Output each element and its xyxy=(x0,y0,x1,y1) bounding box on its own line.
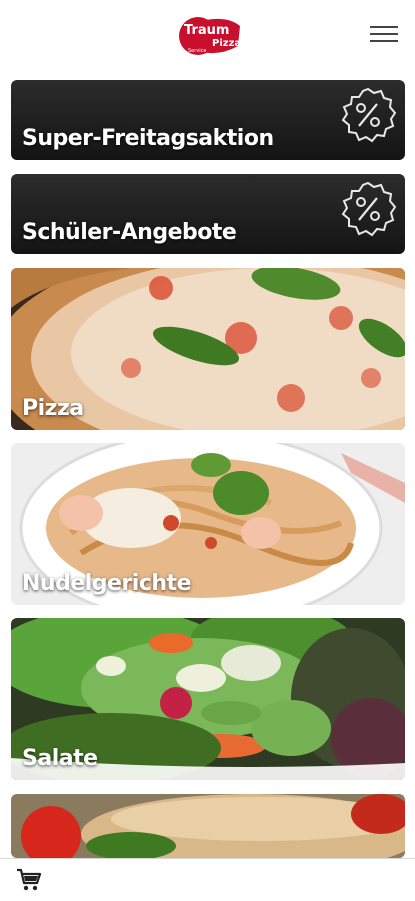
category-label: Super-Freitagsaktion xyxy=(22,126,274,151)
category-pizza[interactable]: Pizza xyxy=(11,268,405,430)
hamburger-menu-icon[interactable] xyxy=(370,22,398,46)
logo-text-service: Service xyxy=(188,48,206,54)
category-label: Pizza xyxy=(22,396,84,421)
category-super-freitagsaktion[interactable]: Super-Freitagsaktion xyxy=(11,80,405,160)
category-schueler-angebote[interactable]: Schüler-Angebote xyxy=(11,174,405,254)
percent-badge-icon xyxy=(341,87,397,143)
shopping-cart-icon[interactable] xyxy=(16,868,42,892)
sandwich-image xyxy=(11,794,405,858)
category-nudelgerichte[interactable]: Nudelgerichte xyxy=(11,443,405,605)
logo-text-traum: Traum xyxy=(184,23,229,38)
category-card-partial[interactable] xyxy=(11,794,405,858)
category-label: Nudelgerichte xyxy=(22,571,191,596)
percent-badge-icon xyxy=(341,181,397,237)
category-label: Schüler-Angebote xyxy=(22,220,237,245)
app-header: Traum Pizza Service xyxy=(0,0,415,72)
logo-text-pizza: Pizza xyxy=(212,38,241,49)
category-label: Salate xyxy=(22,746,98,771)
traum-pizza-logo[interactable]: Traum Pizza Service xyxy=(178,12,244,58)
cart-bar xyxy=(0,858,415,901)
category-salate[interactable]: Salate xyxy=(11,618,405,780)
